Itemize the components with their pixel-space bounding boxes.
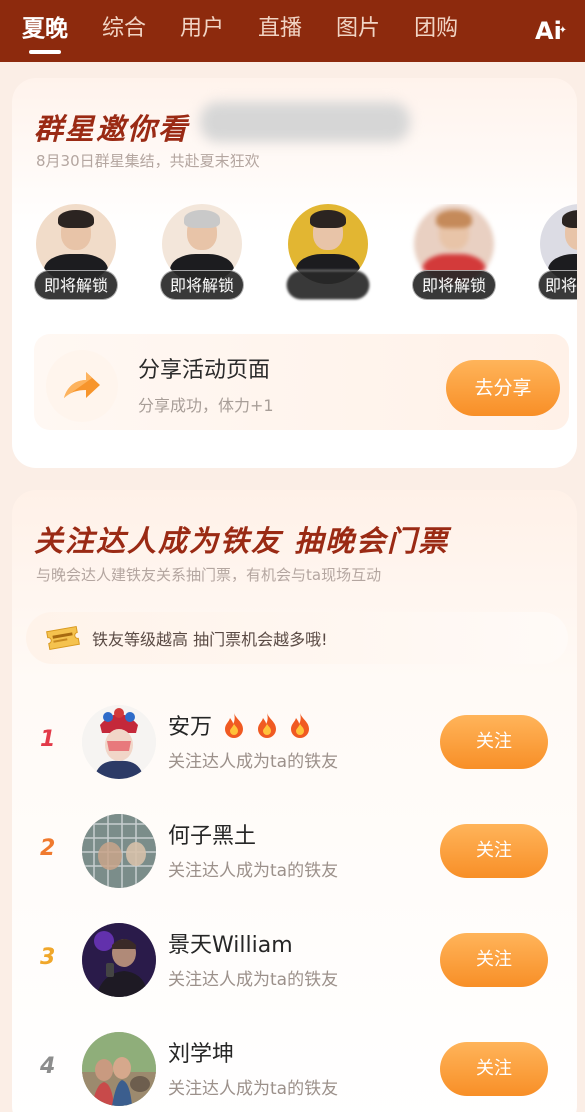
talent-avatar[interactable] bbox=[82, 814, 156, 888]
star-avatar-row[interactable]: 即将解锁 即将解锁 即将解锁 即将 bbox=[34, 204, 577, 304]
talent-row: 2 何子黑土 关注达人成为ta的铁友 关注 bbox=[12, 804, 577, 904]
follow-talent-card: 关注达人成为铁友 抽晚会门票 与晚会达人建铁友关系抽门票，有机会与ta现场互动 … bbox=[12, 490, 577, 1112]
unlock-badge: 即将 bbox=[538, 270, 577, 300]
follow-button[interactable]: 关注 bbox=[440, 1042, 548, 1096]
event-subtitle: 8月30日群星集结，共赴夏末狂欢 bbox=[36, 152, 260, 170]
ai-icon[interactable]: Ai ✦ bbox=[535, 16, 567, 46]
follow-button[interactable]: 关注 bbox=[440, 824, 548, 878]
talent-name: 刘学坤 bbox=[168, 1042, 235, 1067]
star-event-card: 群星邀你看 8月30日群星集结，共赴夏末狂欢 即将解锁 即将解锁 即将解锁 即将… bbox=[12, 78, 577, 468]
follow-button[interactable]: 关注 bbox=[440, 715, 548, 769]
star-item[interactable]: 即将解锁 bbox=[34, 204, 118, 304]
talent-name-text: 安万 bbox=[168, 715, 213, 740]
share-desc: 分享成功，体力+1 bbox=[138, 396, 274, 415]
talent-name: 景天William bbox=[168, 933, 293, 958]
talent-avatar[interactable] bbox=[82, 705, 156, 779]
rank-number: 3 bbox=[40, 945, 56, 970]
share-button[interactable]: 去分享 bbox=[446, 360, 560, 416]
talent-row: 3 景天William 关注达人成为ta的铁友 关注 bbox=[12, 913, 577, 1013]
tab-tupian[interactable]: 图片 bbox=[336, 0, 380, 62]
star-item[interactable]: 即将 bbox=[538, 204, 577, 304]
unlock-badge bbox=[286, 270, 370, 300]
follow-button[interactable]: 关注 bbox=[440, 933, 548, 987]
share-task-row: 分享活动页面 分享成功，体力+1 去分享 bbox=[34, 334, 569, 430]
follow-subtitle: 与晚会达人建铁友关系抽门票，有机会与ta现场互动 bbox=[36, 566, 382, 584]
talent-desc: 关注达人成为ta的铁友 bbox=[168, 861, 339, 881]
talent-name: 何子黑土 bbox=[168, 824, 257, 849]
tab-zhibo[interactable]: 直播 bbox=[258, 0, 302, 62]
follow-title: 关注达人成为铁友 抽晚会门票 bbox=[34, 524, 450, 558]
blurred-title-suffix bbox=[200, 102, 410, 142]
rank-number: 4 bbox=[40, 1054, 56, 1079]
star-item[interactable]: 即将解锁 bbox=[412, 204, 496, 304]
unlock-badge: 即将解锁 bbox=[160, 270, 244, 300]
unlock-badge: 即将解锁 bbox=[34, 270, 118, 300]
tab-zonghe[interactable]: 综合 bbox=[102, 0, 146, 62]
talent-row: 4 刘学坤 关注达人成为ta的铁友 关注 bbox=[12, 1022, 577, 1112]
rank-number: 2 bbox=[40, 836, 56, 861]
tip-strip: 铁友等级越高 抽门票机会越多哦! bbox=[26, 612, 568, 664]
star-item[interactable]: 即将解锁 bbox=[160, 204, 244, 304]
tab-yonghu[interactable]: 用户 bbox=[180, 0, 224, 62]
top-tab-bar: 夏晚 综合 用户 直播 图片 团购 Ai ✦ bbox=[0, 0, 585, 62]
event-title: 群星邀你看 bbox=[34, 112, 190, 146]
fire-icon bbox=[291, 713, 310, 738]
star-item[interactable] bbox=[286, 204, 370, 304]
ticket-icon bbox=[46, 625, 80, 651]
talent-desc: 关注达人成为ta的铁友 bbox=[168, 970, 339, 990]
share-arrow-icon bbox=[64, 372, 100, 398]
talent-name: 安万 bbox=[168, 709, 311, 741]
tab-tuangou[interactable]: 团购 bbox=[414, 0, 458, 62]
talent-desc: 关注达人成为ta的铁友 bbox=[168, 752, 339, 772]
sparkle-icon: ✦ bbox=[558, 25, 567, 36]
talent-desc: 关注达人成为ta的铁友 bbox=[168, 1079, 339, 1099]
talent-row: 1 安万 关注达人成为ta的铁友 关注 bbox=[12, 695, 577, 795]
unlock-badge: 即将解锁 bbox=[412, 270, 496, 300]
tab-xiawan[interactable]: 夏晚 bbox=[22, 0, 68, 62]
fire-icon bbox=[258, 713, 277, 738]
talent-avatar[interactable] bbox=[82, 923, 156, 997]
rank-number: 1 bbox=[40, 727, 56, 752]
tip-text: 铁友等级越高 抽门票机会越多哦! bbox=[92, 630, 328, 649]
share-title: 分享活动页面 bbox=[138, 358, 271, 383]
share-icon-circle bbox=[46, 350, 118, 422]
talent-avatar[interactable] bbox=[82, 1032, 156, 1106]
fire-icon bbox=[225, 713, 244, 738]
